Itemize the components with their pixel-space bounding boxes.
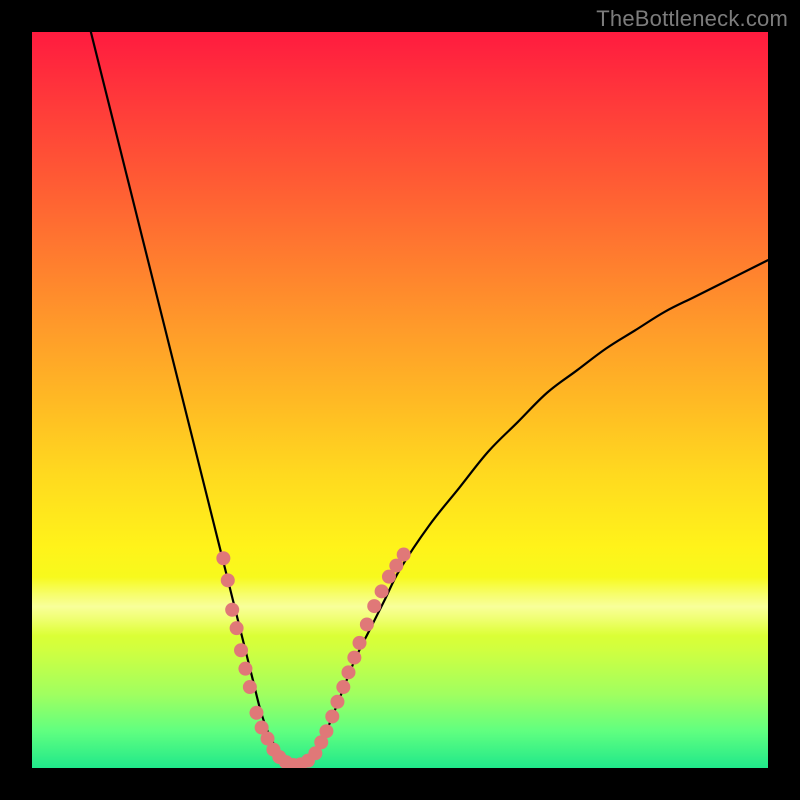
- curve-marker: [319, 724, 333, 738]
- curve-marker: [330, 695, 344, 709]
- curve-marker: [341, 665, 355, 679]
- curve-marker: [216, 551, 230, 565]
- curve-marker: [238, 662, 252, 676]
- curve-marker: [360, 617, 374, 631]
- curve-marker: [347, 651, 361, 665]
- curve-marker: [397, 548, 411, 562]
- curve-marker: [225, 603, 239, 617]
- curve-marker: [325, 709, 339, 723]
- curve-marker: [243, 680, 257, 694]
- watermark-label: TheBottleneck.com: [596, 6, 788, 32]
- curve-marker: [234, 643, 248, 657]
- curve-marker: [221, 573, 235, 587]
- plot-area: [32, 32, 768, 768]
- chart-stage: TheBottleneck.com: [0, 0, 800, 800]
- bottleneck-curve: [91, 32, 768, 767]
- curve-marker: [367, 599, 381, 613]
- curve-marker: [336, 680, 350, 694]
- curve-marker: [230, 621, 244, 635]
- curve-marker: [375, 584, 389, 598]
- curve-marker: [249, 706, 263, 720]
- curve-markers: [216, 548, 410, 768]
- curve-svg: [32, 32, 768, 768]
- curve-marker: [353, 636, 367, 650]
